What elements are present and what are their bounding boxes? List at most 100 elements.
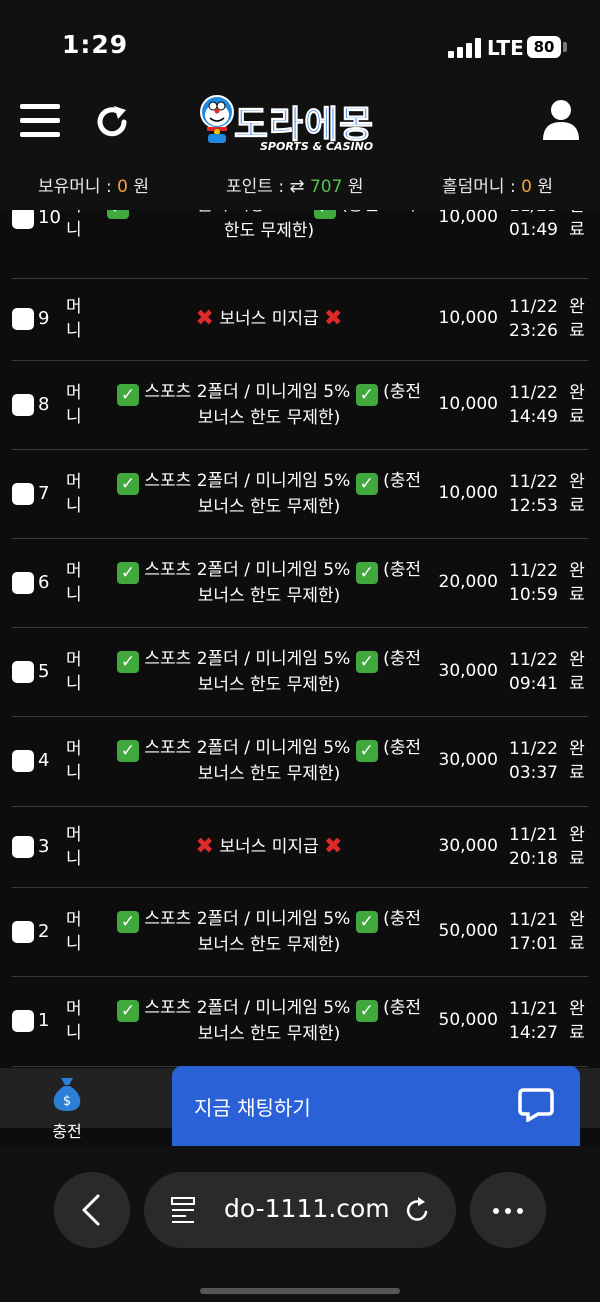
- row-date: 11/21: [509, 910, 558, 930]
- row-datetime: 11/22 14:49: [502, 381, 558, 429]
- bonus-line2: (충전: [383, 649, 422, 669]
- row-time: 14:27: [509, 1023, 558, 1043]
- row-type-1: 머: [66, 210, 86, 218]
- bonus-line2: (충전 보너스: [341, 210, 431, 215]
- row-datetime: 11/22 10:59: [502, 559, 558, 607]
- bonus-line2: (충전: [383, 909, 422, 929]
- bonus-line3: 보너스 한도 무제한): [197, 1024, 341, 1044]
- row-status-1: 완: [569, 561, 585, 581]
- user-icon[interactable]: [540, 98, 582, 140]
- row-type-2: 니: [66, 763, 82, 783]
- row-time: 09:41: [509, 674, 558, 694]
- row-checkbox[interactable]: [12, 750, 34, 772]
- row-type: 머니: [66, 559, 86, 607]
- row-datetime: 11/23 01:49: [502, 210, 558, 242]
- check-icon: ✓: [106, 210, 129, 219]
- row-date: 11/22: [509, 297, 558, 317]
- bonus-line2: (충전: [383, 560, 422, 580]
- bonus-line3: 한도 무제한): [223, 221, 315, 241]
- more-button[interactable]: [470, 1172, 546, 1248]
- reload-icon[interactable]: [402, 1194, 434, 1226]
- row-time: 20:18: [509, 849, 558, 869]
- row-time: 23:26: [509, 321, 558, 341]
- row-time: 01:49: [509, 220, 558, 240]
- x-icon: ✖: [195, 306, 214, 331]
- signal-icon: [448, 38, 482, 58]
- chat-label: 지금 채팅하기: [194, 1096, 311, 1120]
- check-icon: ✓: [355, 1000, 378, 1022]
- points-value: 707: [309, 177, 343, 197]
- bonus-description: ✓ 스포츠 2폴더 / 미니게임 5% ✓ (충전 보너스 한도 무제한): [94, 558, 444, 609]
- holdem-item: 홀덤머니 : 0 원: [442, 172, 553, 197]
- exchange-icon[interactable]: ⇄: [289, 176, 304, 197]
- battery-icon: 80: [527, 36, 561, 58]
- chat-bubble-icon: [518, 1088, 554, 1122]
- bonus-line1: 스포츠 3폴더 이상 15%: [134, 210, 308, 215]
- bonus-description: ✓ 스포츠 2폴더 / 미니게임 5% ✓ (충전 보너스 한도 무제한): [94, 647, 444, 698]
- bonus-description: ✓ 스포츠 2폴더 / 미니게임 5% ✓ (충전 보너스 한도 무제한): [94, 907, 444, 958]
- row-number: 7: [38, 483, 50, 504]
- row-checkbox[interactable]: [12, 308, 34, 330]
- row-checkbox[interactable]: [12, 394, 34, 416]
- points-item: 포인트 : ⇄ 707 원: [226, 172, 363, 197]
- row-status: 완료: [566, 648, 588, 696]
- bonus-line1: 스포츠 2폴더 / 미니게임 5%: [144, 471, 351, 491]
- row-type: 머니: [66, 648, 86, 696]
- row-time: 12:53: [509, 496, 558, 516]
- row-status-1: 완: [569, 297, 585, 317]
- row-amount: 10,000: [438, 483, 498, 503]
- bonus-description: ✓ 스포츠 2폴더 / 미니게임 5% ✓ (충전 보너스 한도 무제한): [94, 380, 444, 431]
- balance-item: 보유머니 : 0 원: [38, 172, 149, 197]
- row-type-1: 머: [66, 650, 82, 670]
- x-icon: ✖: [195, 834, 214, 859]
- row-type-1: 머: [66, 383, 82, 403]
- x-icon: ✖: [324, 306, 343, 331]
- row-checkbox[interactable]: [12, 210, 34, 229]
- network-label: LTE: [487, 36, 524, 60]
- bonus-line1: 스포츠 2폴더 / 미니게임 5%: [144, 909, 351, 929]
- balance-value: 0: [117, 177, 128, 197]
- table-row: 6 머 니 ✓ 스포츠 2폴더 / 미니게임 5% ✓ (충전 보너스 한도 무제한) 2…: [12, 538, 588, 628]
- bonus-description: ✓ 스포츠 3폴더 이상 15% ✓ (충전 보너스한도 무제한): [94, 210, 444, 244]
- back-button[interactable]: [54, 1172, 130, 1248]
- check-icon: ✓: [355, 740, 378, 762]
- table-row: 3 머 니 ✖ 보너스 미지급 ✖ 30,000 11/21 20:18 완 료: [12, 806, 588, 888]
- row-checkbox[interactable]: [12, 1010, 34, 1032]
- row-checkbox[interactable]: [12, 572, 34, 594]
- row-amount: 10,000: [438, 210, 498, 227]
- row-status-2: 료: [569, 849, 585, 869]
- row-type-1: 머: [66, 297, 82, 317]
- row-status: 완료: [566, 908, 588, 956]
- row-amount: 10,000: [438, 308, 498, 328]
- row-type: 머니: [66, 470, 86, 518]
- row-time: 14:49: [509, 407, 558, 427]
- row-status-2: 료: [569, 585, 585, 605]
- row-checkbox[interactable]: [12, 921, 34, 943]
- row-type: 머니: [66, 823, 86, 871]
- charge-button[interactable]: $ 충전: [40, 1068, 96, 1146]
- row-status: 완료: [566, 823, 588, 871]
- row-type-2: 니: [66, 585, 82, 605]
- row-number: 9: [38, 308, 50, 329]
- address-bar[interactable]: do-1111.com: [144, 1172, 456, 1248]
- money-bag-icon: $: [53, 1078, 81, 1111]
- row-amount: 10,000: [438, 394, 498, 414]
- row-checkbox[interactable]: [12, 836, 34, 858]
- refresh-icon[interactable]: [92, 102, 132, 142]
- menu-icon[interactable]: [20, 104, 60, 138]
- table-row: 8 머 니 ✓ 스포츠 2폴더 / 미니게임 5% ✓ (충전 보너스 한도 무제한) 1…: [12, 360, 588, 450]
- check-icon: ✓: [116, 1000, 139, 1022]
- site-logo[interactable]: 도라에몽 SPORTS & CASINO: [196, 92, 410, 158]
- status-bar: 1:29 LTE 80: [0, 0, 600, 92]
- row-checkbox[interactable]: [12, 661, 34, 683]
- row-checkbox[interactable]: [12, 483, 34, 505]
- row-number: 3: [38, 836, 50, 857]
- check-icon: ✓: [313, 210, 336, 219]
- table-row: 1 머 니 ✓ 스포츠 2폴더 / 미니게임 5% ✓ (충전 보너스 한도 무제한) 5…: [12, 976, 588, 1067]
- row-type: 머니: [66, 381, 86, 429]
- check-icon: ✓: [355, 562, 378, 584]
- row-type-1: 머: [66, 910, 82, 930]
- live-chat-button[interactable]: 지금 채팅하기: [172, 1066, 580, 1146]
- bonus-line1: 스포츠 2폴더 / 미니게임 5%: [144, 649, 351, 669]
- bonus-line2: (충전: [383, 471, 422, 491]
